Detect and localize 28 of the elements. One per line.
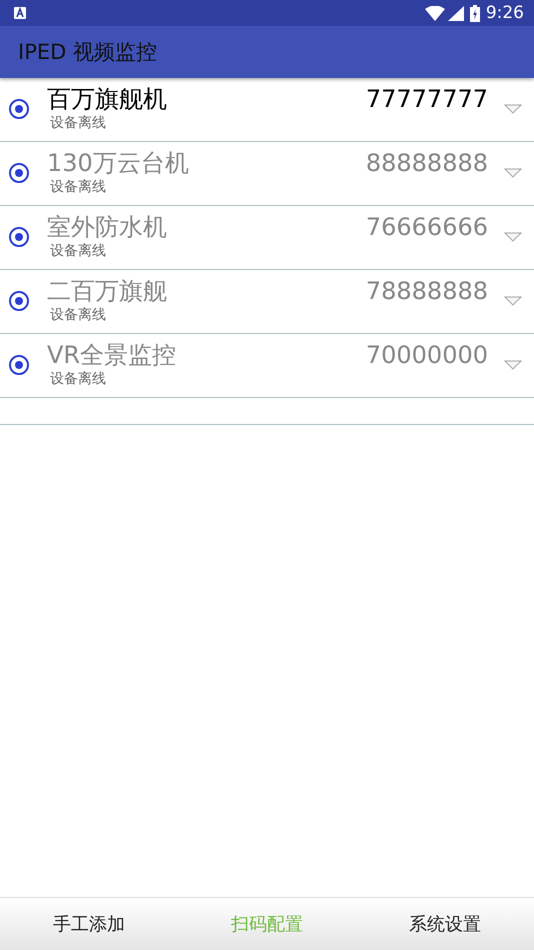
app-notification-icon — [14, 7, 26, 19]
radio-button[interactable] — [9, 99, 29, 119]
radio-button[interactable] — [9, 227, 29, 247]
bottom-tab[interactable]: 系统设置 — [356, 898, 534, 950]
device-status: 设备离线 — [50, 178, 107, 196]
status-time: 9:26 — [486, 3, 524, 23]
device-status: 设备离线 — [50, 370, 107, 388]
signal-icon — [448, 6, 464, 20]
bottom-tab[interactable]: 手工添加 — [0, 898, 178, 950]
battery-icon — [470, 4, 480, 22]
device-number: 78888888 — [366, 276, 488, 307]
device-status: 设备离线 — [50, 306, 107, 324]
device-name: 130万云台机 — [47, 148, 190, 178]
device-status: 设备离线 — [50, 114, 107, 132]
device-name: 二百万旗舰 — [47, 276, 168, 306]
radio-button[interactable] — [9, 355, 29, 375]
radio-button[interactable] — [9, 163, 29, 183]
radio-button[interactable] — [9, 291, 29, 311]
wifi-icon — [424, 6, 445, 20]
device-status: 设备离线 — [50, 242, 107, 260]
app-title: IPED 视频监控 — [18, 39, 157, 66]
device-name: 室外防水机 — [47, 212, 168, 242]
device-name: 百万旗舰机 — [47, 84, 168, 114]
device-number: 76666666 — [366, 212, 488, 243]
device-name: VR全景监控 — [47, 340, 178, 370]
device-number: 70000000 — [366, 340, 488, 371]
device-number: 88888888 — [366, 148, 488, 179]
device-number: 77777777 — [366, 84, 488, 115]
